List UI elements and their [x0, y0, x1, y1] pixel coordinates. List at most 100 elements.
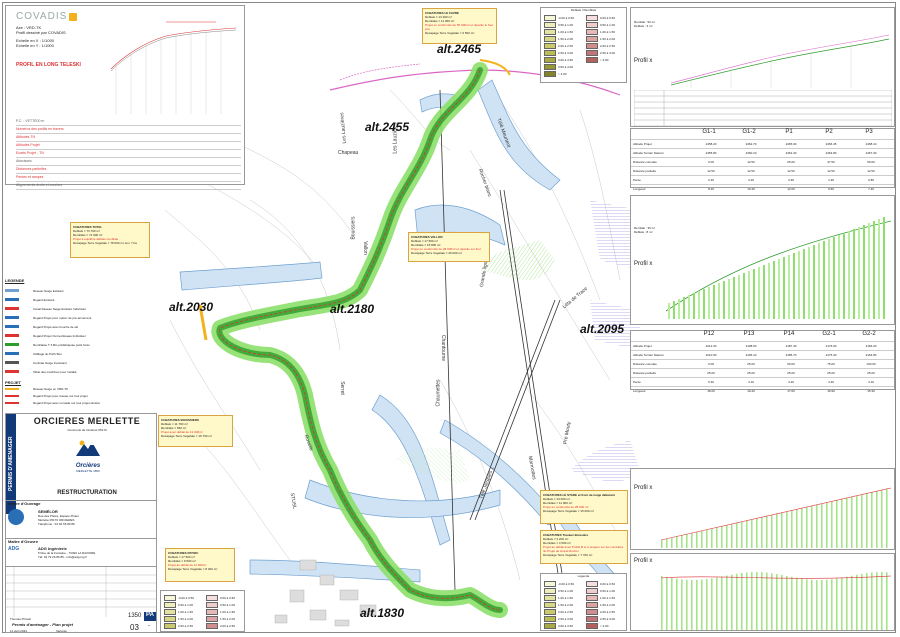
profile-bar — [706, 579, 708, 630]
cell-value: 4.20 — [788, 380, 794, 384]
profile-title: PROFIL EN LONG TELESKI — [16, 62, 81, 68]
moe-line: Tél: 04 79 26 86 86 - info@adg-ing.fr — [38, 555, 88, 559]
swatch-label: 1.50 à 2.00 — [600, 36, 616, 41]
moa-title: Maître d'Ouvrage — [8, 501, 41, 506]
profile-bar — [831, 501, 833, 548]
legend-item: Regard Projet avec bouche de ski — [5, 322, 155, 331]
color-swatch — [544, 56, 556, 63]
profile-bar — [766, 516, 768, 548]
profile-bar — [818, 243, 820, 319]
color-swatch — [586, 49, 598, 56]
long-profile-row: Abscisses — [16, 158, 241, 166]
swatch-label: 3.50 à 4.00 — [558, 64, 574, 69]
row-label: Distance cumulée — [633, 362, 657, 366]
cell-value: 19.40 — [747, 389, 755, 393]
cut-fill-swatch-row: 0.00 à 0.50 — [586, 580, 615, 587]
cut-fill-swatch-row: 1.50 à 2.00 — [586, 35, 615, 42]
profile-bar — [788, 255, 790, 319]
cut-fill-legend-left: -0.00 à 0.50 0.50 à 1.00 1.00 à 1.50 1.50 à… — [160, 590, 245, 632]
cell-value: 2465.90 — [785, 142, 797, 146]
profile-bar — [826, 579, 828, 630]
cell-value: 2164.80 — [865, 353, 877, 357]
profile-bar — [703, 289, 705, 319]
legend-item: Centrale Neige Inexistant — [5, 358, 155, 367]
color-swatch — [586, 56, 598, 63]
color-swatch — [544, 608, 556, 615]
cut-fill-swatch-row: 2.50 à 3.00 — [586, 49, 615, 56]
long-profile-row: Altitudes TN — [16, 134, 241, 142]
swatch-label: 2.00 à 2.50 — [558, 609, 574, 614]
cut-fill-swatch-row: > 3.00 — [586, 56, 615, 63]
profile-table-row: Altitude Projet 2212.30 2198.60 2187.40 2176… — [631, 341, 894, 350]
profile-bar — [701, 579, 703, 630]
profile-table-header: P12 P13 P14 G2-1 G2-2 — [631, 331, 894, 341]
swatch-label: 0.00 à 0.50 — [600, 15, 616, 20]
row-label: Distances partielles — [16, 167, 47, 171]
cell-value: 2.40 — [708, 178, 714, 182]
color-swatch — [164, 622, 176, 629]
cut-fill-swatch-row: 2.00 à 2.50 — [206, 622, 235, 629]
profile-table-row: Distance cumulée 0.00 25.00 50.00 75.00 100.0… — [631, 359, 894, 368]
profile-bar — [856, 574, 858, 630]
swatch-label: 2.00 à 2.50 — [178, 623, 194, 628]
color-swatch — [206, 615, 218, 622]
profile-bar — [776, 514, 778, 548]
swatch-label: 1.00 à 1.50 — [220, 609, 236, 614]
cut-fill-swatch-row: > 3.00 — [586, 622, 615, 629]
cut-fill-swatch-row: 0.00 à 0.50 — [206, 594, 235, 601]
area-label: Bouissiers — [350, 216, 357, 240]
profile-bar — [861, 494, 863, 548]
row-label: Distance partielle — [633, 169, 657, 173]
profile-bar — [851, 497, 853, 548]
legend-label: Canal Réseau Neige Existant Individuel — [33, 306, 86, 311]
row-label: Distance cumulée — [633, 160, 657, 164]
profile-bar — [781, 574, 783, 630]
profile-table-row: Pente 2.40 3.20 2.90 1.90 0.80 — [631, 175, 894, 184]
cut-fill-swatch-row: 1.00 à 1.50 — [586, 594, 615, 601]
legend-symbol-icon — [5, 307, 19, 310]
color-swatch — [586, 608, 598, 615]
area-label: Chapeau — [338, 150, 359, 156]
cell-value: 12.50 — [867, 169, 875, 173]
swatch-label: 0.50 à 1.00 — [558, 588, 574, 593]
profile-table-row: Altitude Terrain Naturel 2455.80 2460.10 24… — [631, 148, 894, 157]
cell-value: 2462.70 — [745, 142, 757, 146]
swatch-label: 3.00 à 3.50 — [558, 623, 574, 628]
cut-fill-swatch-row: 1.50 à 2.00 — [586, 601, 615, 608]
color-swatch — [544, 49, 556, 56]
profile-bar — [808, 247, 810, 319]
profile-table-row: Distance cumulée 0.00 12.50 25.00 37.50 50.00 — [631, 157, 894, 166]
profile-bar — [671, 577, 673, 630]
swatch-label: 2.50 à 3.00 — [558, 616, 574, 621]
color-swatch — [586, 580, 598, 587]
profile-bar — [836, 578, 838, 630]
profile-bar — [803, 249, 805, 319]
cut-fill-swatch-row: 0.50 à 1.00 — [586, 587, 615, 594]
profile-bar — [761, 572, 763, 630]
profile-bar — [783, 257, 785, 319]
color-swatch — [586, 622, 598, 629]
cell-value: 25.00 — [747, 362, 755, 366]
color-swatch — [544, 594, 556, 601]
cell-value: 10.40 — [747, 187, 755, 191]
profile-label: Profil x — [634, 261, 653, 267]
cut-fill-swatch-row: 3.50 à 4.00 — [544, 63, 574, 70]
long-profile-graph — [110, 21, 237, 114]
profile-bar — [706, 529, 708, 548]
main-piste — [211, 62, 508, 618]
header-line: Déblais : 3 m² — [634, 24, 653, 28]
cell-value: 2176.90 — [825, 344, 837, 348]
legend-item: Table des machines pour installé — [5, 367, 155, 376]
swatch-label: 1.00 à 1.50 — [178, 609, 194, 614]
profile-bar — [756, 518, 758, 548]
profile-bar — [806, 579, 808, 630]
swatch-label: 1.50 à 2.00 — [600, 602, 616, 607]
cut-fill-swatch-row: -0.00 à 0.50 — [164, 594, 194, 601]
cut-fill-swatch-row: 0.50 à 1.00 — [544, 587, 574, 594]
cell-value: 15.30 — [867, 389, 875, 393]
sheet-num-a: 1350 — [128, 613, 142, 619]
profile-bar — [726, 525, 728, 548]
profile-table-row: Distance partielle 12.50 12.50 12.50 12.50 12… — [631, 166, 894, 175]
cut-fill-swatch-row: 2.00 à 2.50 — [544, 42, 574, 49]
profile-bar — [708, 287, 710, 319]
